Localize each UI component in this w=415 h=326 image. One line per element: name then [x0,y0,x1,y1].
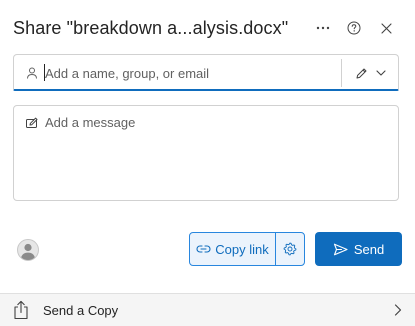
copy-link-group: Copy link [189,232,305,266]
recipient-field[interactable] [13,54,399,91]
send-button[interactable]: Send [315,232,402,266]
question-circle-icon [347,21,361,35]
gear-icon [283,242,297,256]
compose-icon [26,117,38,128]
link-settings-button[interactable] [276,233,304,265]
send-label: Send [353,241,385,257]
chevron-right-icon [394,304,402,316]
permission-dropdown[interactable] [344,58,396,88]
recipient-input[interactable] [45,63,335,83]
send-a-copy-label: Send a Copy [43,303,119,318]
ellipsis-icon [316,26,330,30]
chevron-down-icon [375,70,386,76]
link-icon [196,245,211,253]
send-a-copy-row[interactable]: Send a Copy [0,293,415,326]
avatar [17,239,39,261]
help-button[interactable] [342,16,366,40]
share-upload-icon [14,300,28,320]
pencil-icon [356,68,366,78]
person-icon [27,67,37,79]
dialog-title: Share "breakdown a...alysis.docx" [13,18,289,38]
copy-link-button[interactable]: Copy link [190,233,275,265]
message-field[interactable] [13,105,399,201]
close-icon [380,22,392,34]
share-dialog: Share "breakdown a...alysis.docx" Add a … [0,0,415,326]
close-button[interactable] [374,16,398,40]
more-options-button[interactable] [311,16,335,40]
message-input[interactable] [45,114,385,194]
divider [341,59,342,87]
copy-link-label: Copy link [215,241,269,257]
send-icon [333,243,348,255]
